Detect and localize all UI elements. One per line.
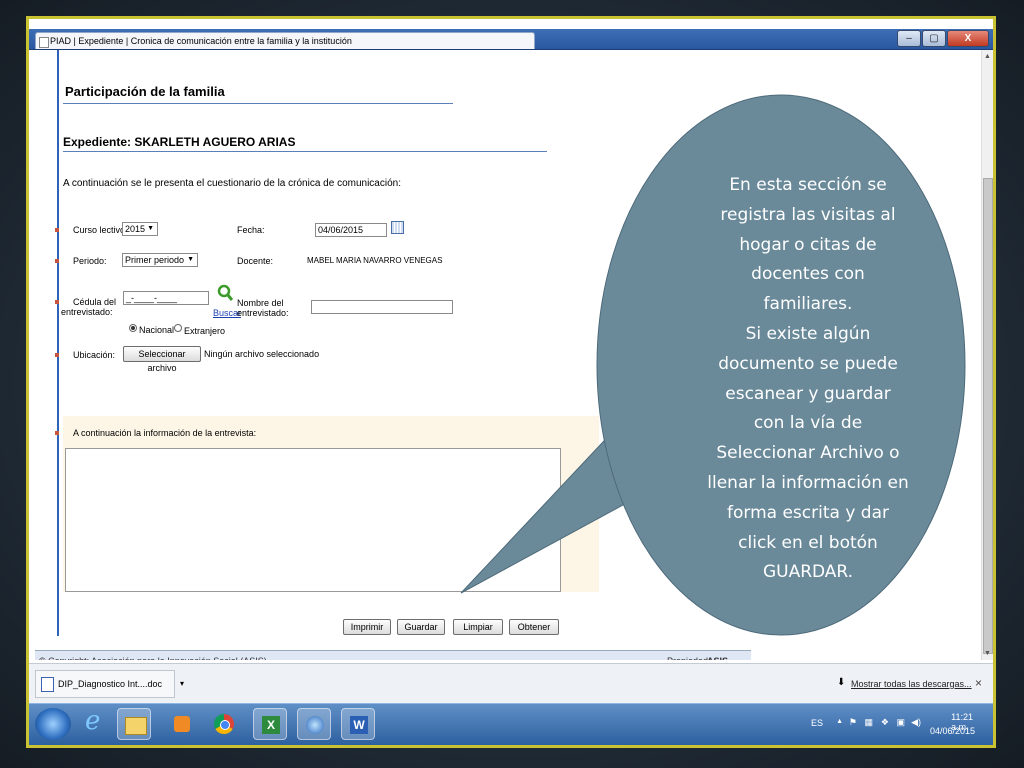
callout-line: con la vía de [753, 413, 863, 434]
callout-line: forma escrita y dar [727, 502, 889, 523]
callout-line: escanear y guardar [725, 383, 891, 404]
callout-text: En esta sección se registra las visitas … [677, 171, 939, 588]
callout-line: docentes con [751, 264, 865, 285]
callout-line: click en el botón [738, 532, 878, 553]
callout-line: familiares. [763, 294, 853, 315]
callout-line: hogar o citas de [739, 234, 877, 255]
callout-line: GUARDAR. [762, 562, 854, 583]
screenshot-frame: PIAD | Expediente | Cronica de comunicac… [26, 16, 996, 748]
callout-line: En esta sección se [729, 175, 887, 195]
callout-line: documento se puede [718, 353, 898, 374]
callout-line: registra las visitas al [720, 204, 896, 225]
callout-line: Seleccionar Archivo o [716, 443, 900, 464]
callout-line: Si existe algún [745, 323, 871, 344]
callout-line: llenar la información en [707, 472, 909, 493]
